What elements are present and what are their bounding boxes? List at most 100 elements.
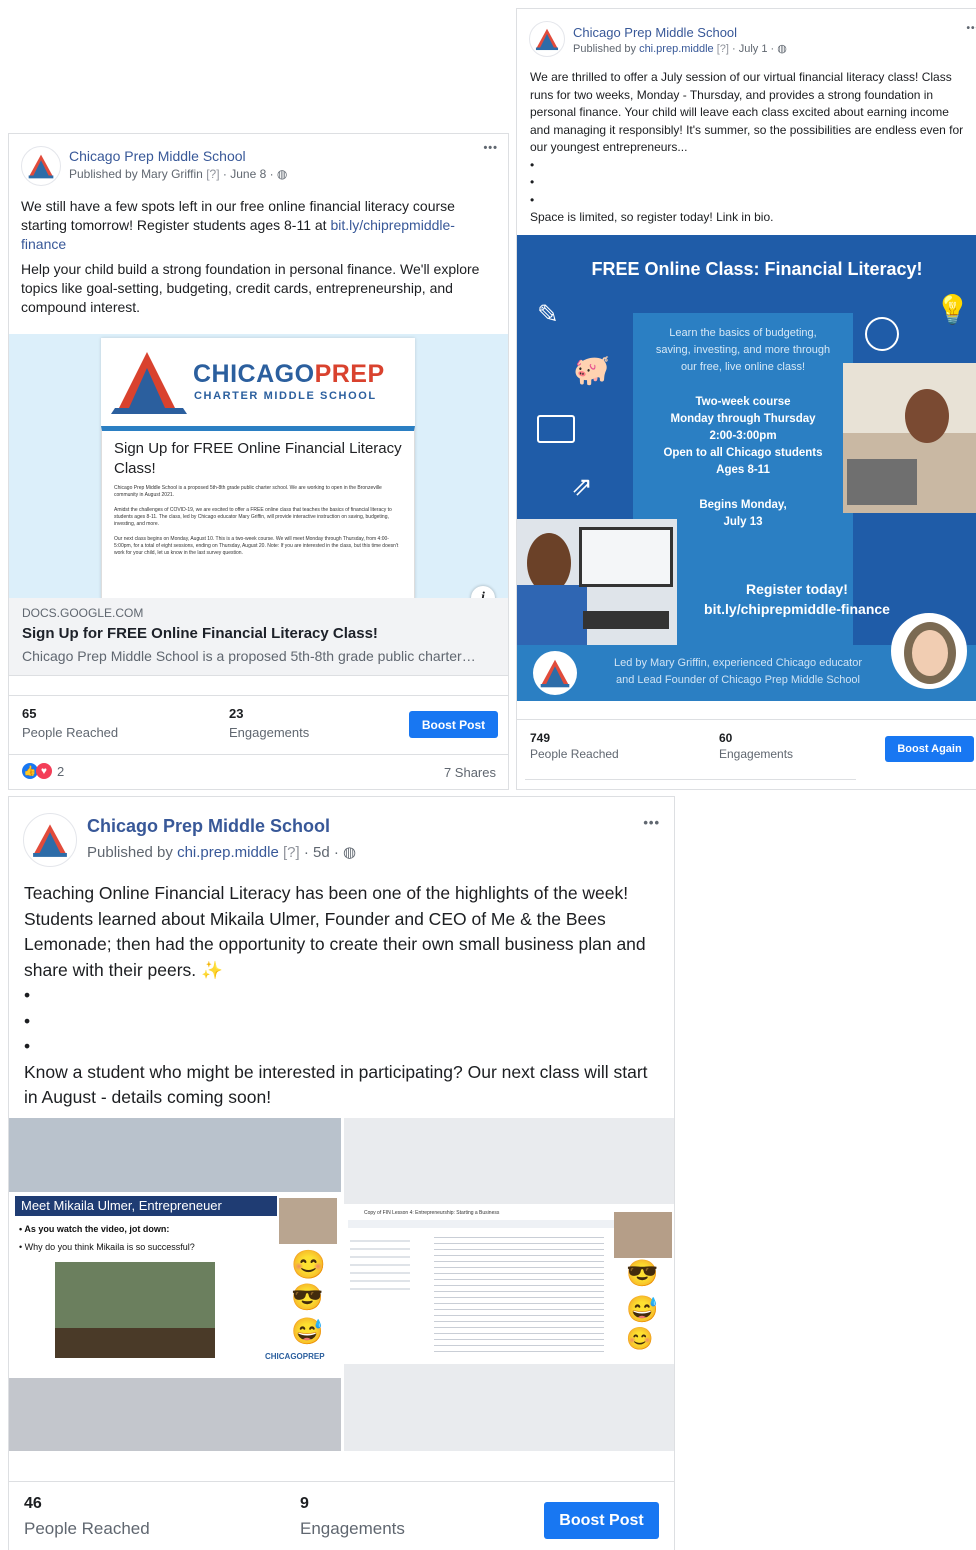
divider [9,695,508,696]
bullet: • [530,175,535,189]
engagements-label: Engagements [300,1519,405,1538]
logo-text-prep: PREP [314,360,385,388]
flyer-detail: Monday through Thursday [670,413,816,425]
globe-icon: ◍ [777,43,787,55]
publisher-name[interactable]: chi.prep.middle [639,43,714,55]
reactions-count: 2 [57,763,65,779]
link-title[interactable]: Sign Up for FREE Online Financial Litera… [22,625,498,642]
help-link[interactable]: [?] [283,844,300,861]
flyer-detail: Two-week course [695,396,791,408]
publisher-name[interactable]: chi.prep.middle [177,844,279,861]
post-options-icon[interactable]: ••• [966,23,976,34]
link-caption[interactable]: DOCS.GOOGLE.COM Sign Up for FREE Online … [9,598,508,676]
credit-card-icon [537,415,575,443]
post-date[interactable]: June 8 [230,167,266,181]
bullet: • [24,1010,31,1031]
participant-emoji-icon: 😎 [291,1282,324,1312]
reactions-summary[interactable]: 👍 ♥ 2 [22,763,64,779]
post-header: Chicago Prep Middle School Published by … [9,797,674,867]
info-icon[interactable]: i [471,586,495,598]
post-text: We are thrilled to offer a July session … [517,57,976,227]
page-name-link[interactable]: Chicago Prep Middle School [87,816,356,837]
student-photo [843,363,976,513]
shares-count[interactable]: 7 Shares [444,765,496,780]
help-link[interactable]: [?] [717,43,729,55]
participant-tile [279,1198,337,1244]
publisher-name[interactable]: Mary Griffin [141,167,203,181]
slide-title-bar: Meet Mikaila Ulmer, Entrepreneuer [15,1196,277,1216]
form-paragraph: Chicago Prep Middle School is a proposed… [114,485,382,498]
flyer-detail: 2:00-3:00pm [709,430,777,442]
flyer-footer-logo-icon [533,651,577,695]
keyboard-shape [583,611,669,629]
globe-icon: ◍ [343,844,357,861]
logo-text-chicago: CHICAGO [193,360,315,388]
flyer-detail: Ages 8-11 [716,464,770,476]
reached-label: People Reached [24,1519,150,1538]
engagements-label: Engagements [719,747,794,761]
post-meta: Published by chi.prep.middle [?] · July … [573,43,787,55]
doc-screenshot: Copy of FIN Lesson 4: Entrepreneurship: … [344,1204,674,1364]
flyer-footer-text: and Lead Founder of Chicago Prep Middle … [616,674,860,686]
chicago-prep-logo-icon [28,154,54,179]
flyer-footer: Led by Mary Griffin, experienced Chicago… [517,613,976,701]
flyer-image[interactable]: FREE Online Class: Financial Literacy! ✎… [517,235,976,701]
photo-right[interactable]: Copy of FIN Lesson 4: Entrepreneurship: … [344,1118,674,1451]
pie-chart-icon [865,317,899,351]
reached-label: People Reached [530,747,619,761]
post-text-paragraph: Know a student who might be interested i… [24,1061,648,1108]
flyer-description: Learn the basics of budgeting, saving, i… [655,327,831,373]
boost-post-button[interactable]: Boost Post [544,1502,659,1539]
chicago-prep-logo-icon [535,28,559,51]
post-text-paragraph: Help your child build a strong foundatio… [21,261,480,315]
shirt-shape [517,585,587,647]
flyer-title: FREE Online Class: Financial Literacy! [591,259,923,279]
post-date[interactable]: 5d [313,844,330,861]
video-thumbnail [55,1262,215,1358]
form-card: Sign Up for FREE Online Financial Litera… [101,426,415,598]
page-name-link[interactable]: Chicago Prep Middle School [69,148,287,164]
globe-icon: ◍ [276,167,288,181]
slide-image: Meet Mikaila Ulmer, Entrepreneuer • As y… [9,1192,341,1378]
image-ground [9,1378,341,1451]
published-by-prefix: Published by [573,43,636,55]
boost-post-button[interactable]: Boost Post [409,711,498,738]
flyer-register-link: bit.ly/chiprepmiddle-finance [704,601,890,617]
reached-label: People Reached [22,725,119,740]
post-options-icon[interactable]: ••• [483,142,498,154]
doc-title: Copy of FIN Lesson 4: Entrepreneurship: … [364,1210,500,1216]
boost-again-button[interactable]: Boost Again [885,736,974,762]
participant-tile [614,1212,672,1258]
form-paragraph: Amidst the challenges of COVID-19, we ar… [114,507,392,527]
money-drawing-icon: ✎ [537,299,559,329]
page-avatar[interactable] [529,21,565,57]
photo-left[interactable]: Meet Mikaila Ulmer, Entrepreneuer • As y… [9,1118,341,1451]
flyer-detail: Open to all Chicago students [663,447,823,459]
link-domain: DOCS.GOOGLE.COM [22,606,144,620]
bullet: • [24,985,31,1005]
page-avatar[interactable] [21,146,61,186]
chicago-prep-book-icon [111,352,187,414]
student-photo [517,519,677,647]
sparkles-icon: ✨ [201,959,223,980]
page-avatar[interactable] [23,813,77,867]
laptop-shape [847,459,917,505]
post-text: We still have a few spots left in our fr… [9,186,508,317]
post-card-2: Chicago Prep Middle School Published by … [516,8,976,790]
insights-reached: 65 People Reached [22,706,118,740]
reached-count: 749 [530,731,551,745]
lightbulb-icon: 💡 [935,294,970,325]
post-options-icon[interactable]: ••• [643,815,660,830]
post-card-3: Chicago Prep Middle School Published by … [8,796,675,1550]
money-chart-icon: ⇗ [571,471,593,501]
bullet: • [530,157,535,172]
page-name-link[interactable]: Chicago Prep Middle School [573,25,787,40]
post-date[interactable]: July 1 [739,43,768,55]
person-shape [905,389,949,443]
participant-emoji-icon: 😊 [626,1326,654,1351]
divider [9,754,508,755]
monitor-shape [579,527,673,587]
help-link[interactable]: [?] [206,167,219,181]
flyer-start-date: Begins Monday, [699,499,787,511]
link-preview[interactable]: CHICAGOPREP CHARTER MIDDLE SCHOOL Sign U… [9,334,508,598]
